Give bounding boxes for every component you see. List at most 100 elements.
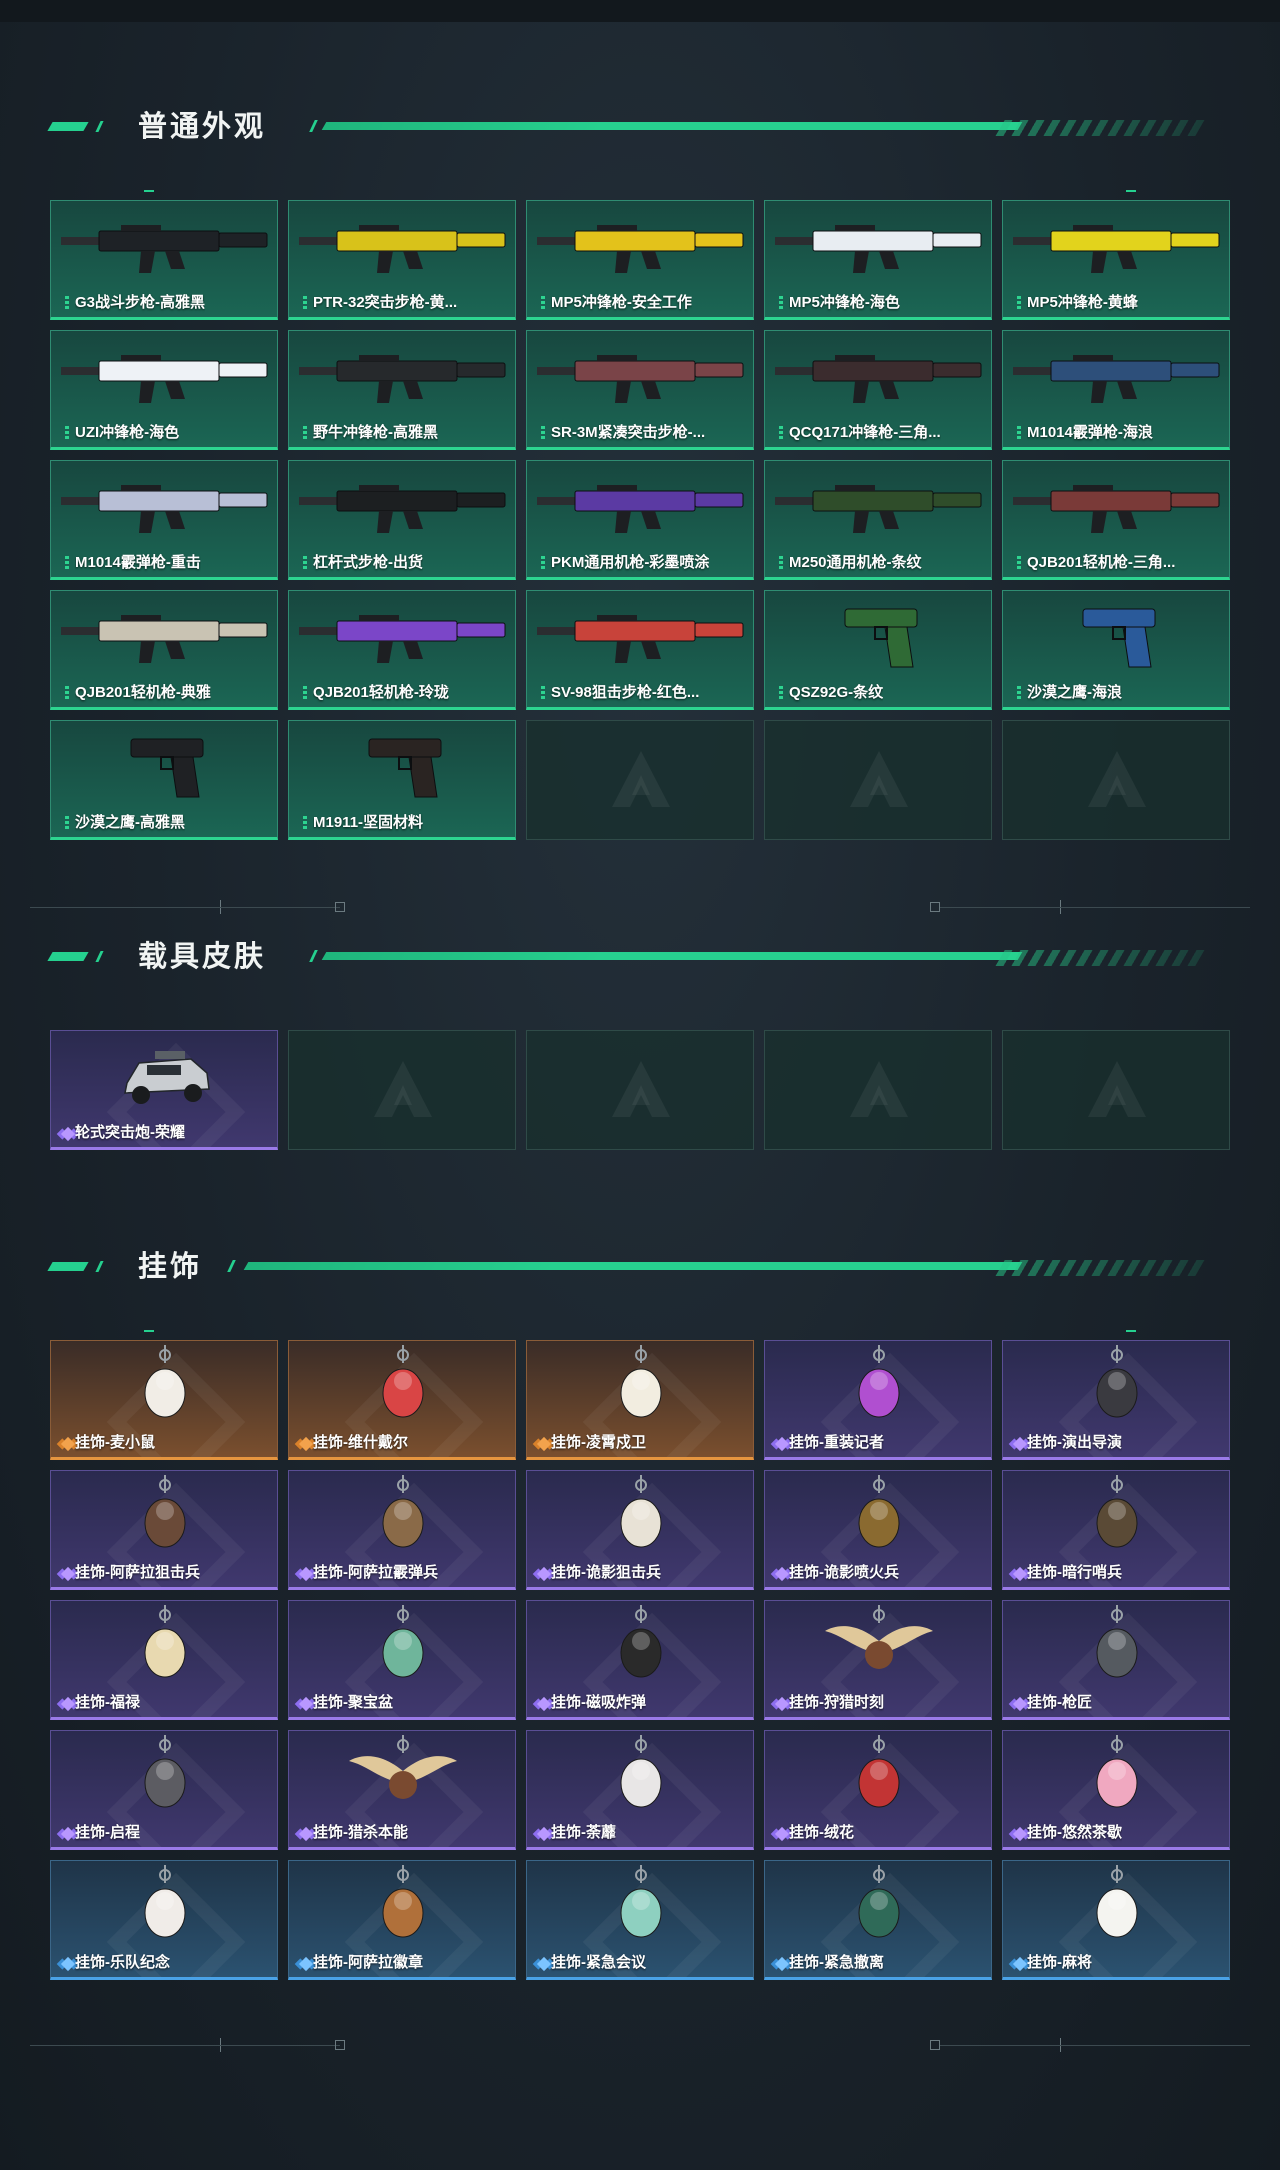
rarity-icon [541, 426, 545, 440]
rarity-icon [60, 1956, 76, 1972]
item-image [289, 201, 515, 297]
item-image [289, 1341, 515, 1437]
charm-card[interactable]: 挂饰-麻将 [1002, 1860, 1230, 1980]
weapon-skin-card[interactable]: MP5冲锋枪-黄蜂 [1002, 200, 1230, 320]
item-label: 挂饰-阿萨拉狙击兵 [75, 1564, 200, 1581]
weapon-skin-card[interactable]: G3战斗步枪-高雅黑 [50, 200, 278, 320]
rarity-icon [536, 1956, 552, 1972]
item-image [527, 1731, 753, 1827]
weapon-skin-card[interactable]: M1014霰弹枪-重击 [50, 460, 278, 580]
item-label: 挂饰-福禄 [75, 1694, 140, 1711]
charm-card[interactable]: 挂饰-枪匠 [1002, 1600, 1230, 1720]
item-label: PKM通用机枪-彩墨喷涂 [551, 554, 710, 571]
weapon-skin-card[interactable]: PTR-32突击步枪-黄... [288, 200, 516, 320]
vehicle-skin-card[interactable]: 轮式突击炮-荣耀 [50, 1030, 278, 1150]
item-image [765, 1731, 991, 1827]
charm-card[interactable]: 挂饰-凌霄戍卫 [526, 1340, 754, 1460]
charm-card[interactable]: 挂饰-启程 [50, 1730, 278, 1850]
rarity-icon [1017, 686, 1021, 700]
triangle-logo-icon [1082, 1055, 1152, 1125]
item-image [1003, 1731, 1229, 1827]
header-mark [1126, 190, 1136, 192]
charm-card[interactable]: 挂饰-紧急撤离 [764, 1860, 992, 1980]
charm-card[interactable]: 挂饰-诡影喷火兵 [764, 1470, 992, 1590]
item-label: G3战斗步枪-高雅黑 [75, 294, 206, 311]
weapon-skin-card[interactable]: M1911-坚固材料 [288, 720, 516, 840]
weapon-skin-card[interactable]: 沙漠之鹰-海浪 [1002, 590, 1230, 710]
charm-card[interactable]: 挂饰-紧急会议 [526, 1860, 754, 1980]
rarity-icon [1017, 426, 1021, 440]
item-label: 挂饰-悠然茶歇 [1027, 1824, 1122, 1841]
charm-card[interactable]: 挂饰-荼蘼 [526, 1730, 754, 1850]
section-title: 普通外观 [138, 111, 267, 143]
charm-card[interactable]: 挂饰-绒花 [764, 1730, 992, 1850]
weapon-skin-card[interactable]: QSZ92G-条纹 [764, 590, 992, 710]
rarity-icon [779, 426, 783, 440]
charm-card[interactable]: 挂饰-福禄 [50, 1600, 278, 1720]
rarity-icon [298, 1956, 314, 1972]
section-title: 挂饰 [138, 1251, 203, 1283]
weapon-skin-card[interactable]: MP5冲锋枪-安全工作 [526, 200, 754, 320]
rarity-icon [298, 1696, 314, 1712]
charm-card[interactable]: 挂饰-阿萨拉狙击兵 [50, 1470, 278, 1590]
item-label: MP5冲锋枪-海色 [789, 294, 900, 311]
charm-card[interactable]: 挂饰-悠然茶歇 [1002, 1730, 1230, 1850]
charm-card[interactable]: 挂饰-诡影狙击兵 [526, 1470, 754, 1590]
section-header-charms: 挂饰 [47, 1248, 1205, 1332]
charm-card[interactable]: 挂饰-维什戴尔 [288, 1340, 516, 1460]
section-header-weapons: 普通外观 [47, 108, 1205, 192]
item-image [289, 1601, 515, 1697]
charm-card[interactable]: 挂饰-重装记者 [764, 1340, 992, 1460]
rarity-icon [774, 1696, 790, 1712]
item-image [765, 591, 991, 687]
header-line [321, 122, 1023, 130]
weapon-skin-card[interactable]: SR-3M紧凑突击步枪-... [526, 330, 754, 450]
triangle-logo-icon [606, 745, 676, 815]
charm-card[interactable]: 挂饰-演出导演 [1002, 1340, 1230, 1460]
weapon-skin-card[interactable]: QJB201轻机枪-典雅 [50, 590, 278, 710]
charm-card[interactable]: 挂饰-麦小鼠 [50, 1340, 278, 1460]
weapon-skin-card[interactable]: SV-98狙击步枪-红色... [526, 590, 754, 710]
rarity-icon [303, 686, 307, 700]
charm-card[interactable]: 挂饰-乐队纪念 [50, 1860, 278, 1980]
weapon-skin-card[interactable]: M250通用机枪-条纹 [764, 460, 992, 580]
empty-slot [1002, 720, 1230, 840]
weapon-skin-card[interactable]: UZI冲锋枪-海色 [50, 330, 278, 450]
rarity-icon [541, 686, 545, 700]
section-divider [30, 898, 1250, 918]
weapon-skin-card[interactable]: 野牛冲锋枪-高雅黑 [288, 330, 516, 450]
weapon-skin-card[interactable]: 杠杆式步枪-出货 [288, 460, 516, 580]
item-label: 挂饰-阿萨拉徽章 [313, 1954, 423, 1971]
charm-card[interactable]: 挂饰-暗行哨兵 [1002, 1470, 1230, 1590]
charm-card[interactable]: 挂饰-磁吸炸弹 [526, 1600, 754, 1720]
weapon-skin-card[interactable]: QJB201轻机枪-玲珑 [288, 590, 516, 710]
item-label: 挂饰-紧急会议 [551, 1954, 646, 1971]
item-label: 挂饰-荼蘼 [551, 1824, 616, 1841]
top-edge [0, 0, 1280, 22]
charm-card[interactable]: 挂饰-阿萨拉霰弹兵 [288, 1470, 516, 1590]
header-deco [227, 1260, 236, 1272]
header-mark [144, 190, 154, 192]
item-image [527, 591, 753, 687]
rarity-icon [60, 1696, 76, 1712]
item-image [527, 461, 753, 557]
header-deco [309, 950, 318, 962]
weapon-skin-card[interactable]: MP5冲锋枪-海色 [764, 200, 992, 320]
weapon-skin-card[interactable]: M1014霰弹枪-海浪 [1002, 330, 1230, 450]
weapon-skin-card[interactable]: 沙漠之鹰-高雅黑 [50, 720, 278, 840]
charm-card[interactable]: 挂饰-聚宝盆 [288, 1600, 516, 1720]
item-label: 野牛冲锋枪-高雅黑 [313, 424, 438, 441]
rarity-icon [303, 556, 307, 570]
item-image [51, 201, 277, 297]
triangle-logo-icon [844, 745, 914, 815]
item-label: 挂饰-演出导演 [1027, 1434, 1122, 1451]
rarity-icon [536, 1696, 552, 1712]
rarity-icon [1012, 1436, 1028, 1452]
charm-card[interactable]: 挂饰-猎杀本能 [288, 1730, 516, 1850]
weapon-skin-card[interactable]: QCQ171冲锋枪-三角... [764, 330, 992, 450]
charm-card[interactable]: 挂饰-狩猎时刻 [764, 1600, 992, 1720]
weapon-skin-card[interactable]: PKM通用机枪-彩墨喷涂 [526, 460, 754, 580]
weapon-skin-card[interactable]: QJB201轻机枪-三角... [1002, 460, 1230, 580]
charm-card[interactable]: 挂饰-阿萨拉徽章 [288, 1860, 516, 1980]
item-image [765, 1601, 991, 1697]
